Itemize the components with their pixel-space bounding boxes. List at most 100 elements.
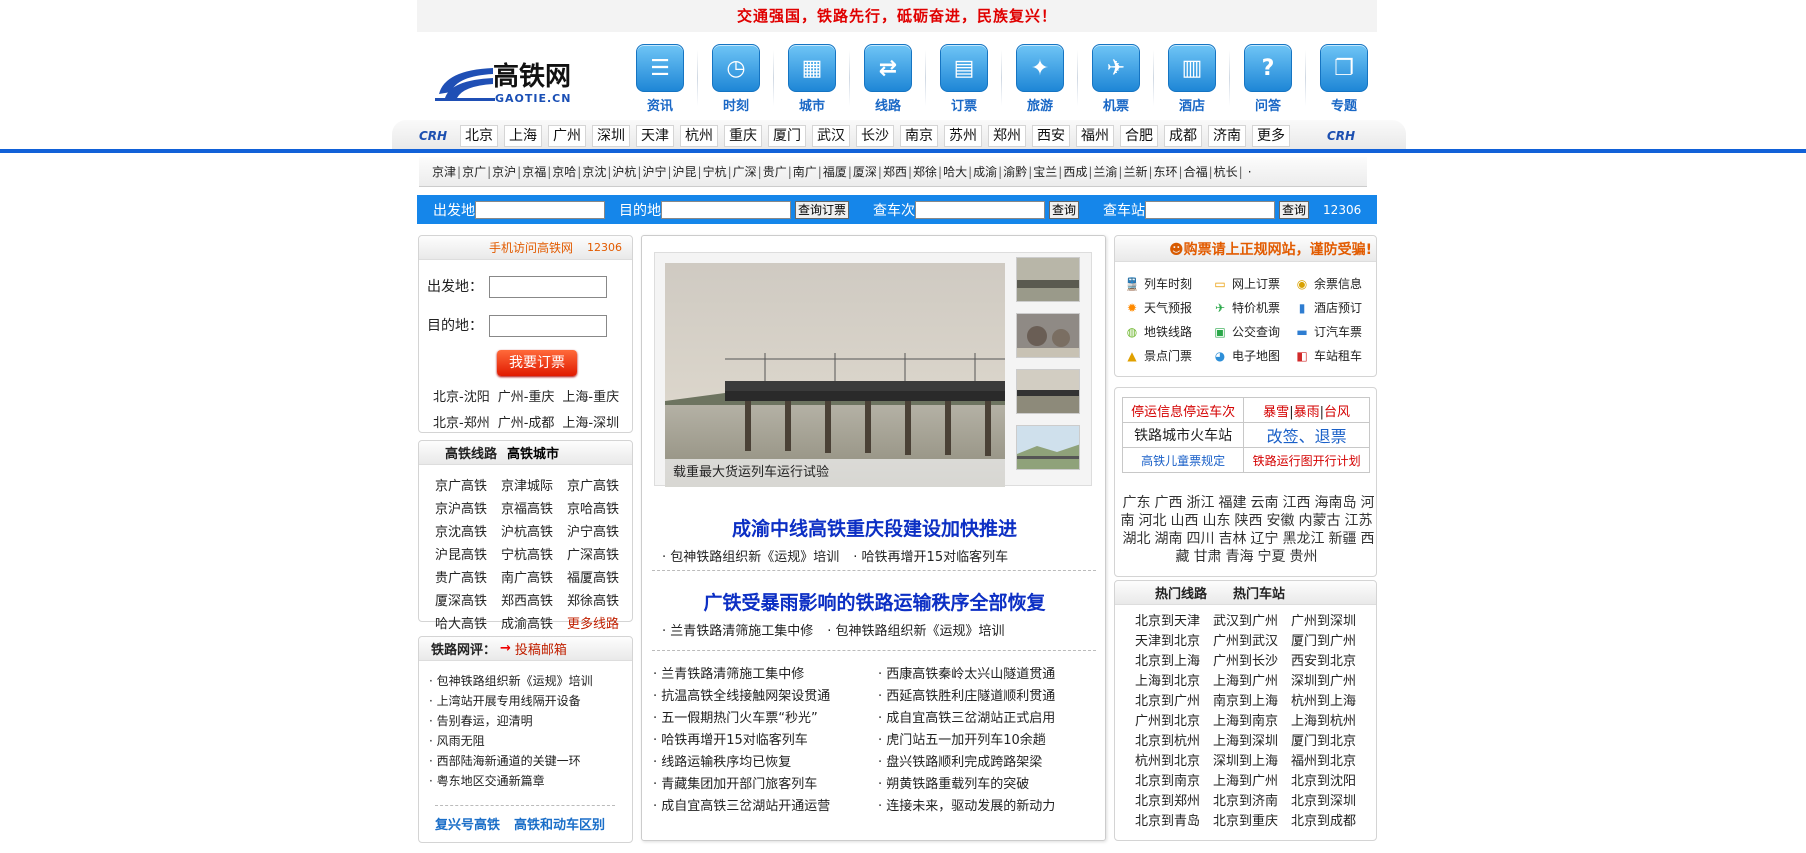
hsr-line-link[interactable]: 京津城际 <box>501 475 561 494</box>
province-link[interactable]: 新疆 <box>1329 531 1357 547</box>
news-item[interactable]: 青藏集团加开部门旅客列车 <box>653 774 830 796</box>
hot-route-link[interactable]: 深圳到上海 <box>1213 753 1291 771</box>
city-link[interactable]: 苏州 <box>944 124 982 147</box>
province-link[interactable]: 甘肃 <box>1194 549 1222 565</box>
province-link[interactable]: 青海 <box>1226 549 1254 565</box>
city-link[interactable]: 厦门 <box>768 124 806 147</box>
hsr-line-link[interactable]: 京哈高铁 <box>567 498 627 517</box>
quick-route-link[interactable]: 北京-郑州 <box>433 412 490 431</box>
city-link[interactable]: 上海 <box>504 124 542 147</box>
from-input[interactable] <box>475 200 605 219</box>
hot-route-link[interactable]: 广州到长沙 <box>1213 653 1291 671</box>
suspension-info-link[interactable]: 停运信息停运车次 <box>1121 397 1245 423</box>
city-link[interactable]: 合肥 <box>1120 124 1158 147</box>
route-link[interactable]: 贵广 <box>762 163 788 180</box>
hot-route-link[interactable]: 上海到杭州 <box>1291 713 1369 731</box>
review-item[interactable]: 西部陆海新通道的关键一环 <box>429 751 593 771</box>
route-link[interactable]: 宁杭 <box>702 163 728 180</box>
service-link[interactable]: ▣ 公交查询 <box>1211 322 1293 341</box>
sub-link[interactable]: 哈铁再增开15对临客列车 <box>853 546 1009 565</box>
hot-route-link[interactable]: 深圳到广州 <box>1291 673 1369 691</box>
province-link[interactable]: 河北 <box>1139 513 1167 529</box>
city-link[interactable]: 杭州 <box>680 124 718 147</box>
hsr-line-link[interactable]: 京福高铁 <box>501 498 561 517</box>
province-link[interactable]: 贵州 <box>1290 549 1318 565</box>
sub-link[interactable]: 包神铁路组织新《运规》培训 <box>827 620 1005 639</box>
news-item[interactable]: 盘兴铁路顺利完成跨路架梁 <box>878 752 1055 774</box>
order-from-input[interactable] <box>489 276 607 298</box>
route-link[interactable]: 兰新 <box>1122 163 1148 180</box>
city-link[interactable]: 广州 <box>548 124 586 147</box>
service-link[interactable]: ▲ 景点门票 <box>1123 346 1211 365</box>
nav-topics[interactable]: ❐ 专题 <box>1306 44 1382 116</box>
province-link[interactable]: 江苏 <box>1345 513 1373 529</box>
province-link[interactable]: 辽宁 <box>1251 531 1279 547</box>
route-link[interactable]: 杭长 <box>1213 163 1239 180</box>
nav-flights[interactable]: ✈ 机票 <box>1078 44 1154 116</box>
service-link[interactable]: ◧ 车站租车 <box>1293 346 1375 365</box>
route-link[interactable]: 京津 <box>431 163 457 180</box>
news-item[interactable]: 西延高铁胜利庄隧道顺利贯通 <box>878 686 1055 708</box>
province-link[interactable]: 山西 <box>1171 513 1199 529</box>
route-link[interactable]: 郑西 <box>882 163 908 180</box>
nav-schedule[interactable]: ◷ 时刻 <box>698 44 774 116</box>
province-link[interactable]: 江西 <box>1283 495 1311 511</box>
service-link[interactable]: ▭ 网上订票 <box>1211 274 1293 293</box>
hot-route-link[interactable]: 杭州到上海 <box>1291 693 1369 711</box>
hot-route-link[interactable]: 厦门到广州 <box>1291 633 1369 651</box>
service-link[interactable]: ◕ 电子地图 <box>1211 346 1293 365</box>
news-item[interactable]: 虎门站五一加开列车10余趟 <box>878 730 1055 752</box>
hsr-line-link[interactable]: 沪杭高铁 <box>501 521 561 540</box>
hsr-line-link[interactable]: 贵广高铁 <box>435 567 495 586</box>
city-stations-link[interactable]: 铁路城市火车站 <box>1121 422 1245 448</box>
tab-hsr-lines[interactable]: 高铁线路 <box>445 443 497 462</box>
route-link[interactable]: 京沈 <box>581 163 607 180</box>
nav-lines[interactable]: ⇄ 线路 <box>850 44 926 116</box>
city-link[interactable]: 武汉 <box>812 124 850 147</box>
province-link[interactable]: 陕西 <box>1235 513 1263 529</box>
hsr-line-link[interactable]: 福厦高铁 <box>567 567 627 586</box>
hsr-line-link[interactable]: 宁杭高铁 <box>501 544 561 563</box>
province-link[interactable]: 广西 <box>1155 495 1183 511</box>
tab-hot-stations[interactable]: 热门车站 <box>1233 583 1285 602</box>
hsr-line-link[interactable]: 沪宁高铁 <box>567 521 627 540</box>
hot-route-link[interactable]: 北京到杭州 <box>1135 733 1213 751</box>
hot-route-link[interactable]: 北京到上海 <box>1135 653 1213 671</box>
city-link[interactable]: 长沙 <box>856 124 894 147</box>
tab-hot-routes[interactable]: 热门线路 <box>1155 583 1207 602</box>
province-link[interactable]: 广东 <box>1123 495 1151 511</box>
nav-booking[interactable]: ▤ 订票 <box>926 44 1002 116</box>
hot-route-link[interactable]: 上海到广州 <box>1213 773 1291 791</box>
province-link[interactable]: 黑龙江 <box>1283 531 1325 547</box>
hsr-line-link[interactable]: 广深高铁 <box>567 544 627 563</box>
train-input[interactable] <box>915 200 1046 219</box>
news-item[interactable]: 成自宜高铁三岔湖站开通运营 <box>653 796 830 818</box>
station-input[interactable] <box>1145 200 1276 219</box>
city-link[interactable]: 济南 <box>1208 124 1246 147</box>
quick-route-link[interactable]: 上海-深圳 <box>562 412 619 431</box>
order-to-input[interactable] <box>489 315 607 337</box>
news-item[interactable]: 连接未来，驱动发展的新动力 <box>878 796 1055 818</box>
tab-hsr-cities[interactable]: 高铁城市 <box>507 443 559 462</box>
hsr-line-link[interactable]: 郑西高铁 <box>501 590 561 609</box>
thumb-1[interactable] <box>1016 257 1080 302</box>
thumb-3[interactable] <box>1016 369 1080 414</box>
news-item[interactable]: 五一假期热门火车票“秒光” <box>653 708 830 730</box>
hot-route-link[interactable]: 北京到青岛 <box>1135 813 1213 831</box>
hot-route-link[interactable]: 福州到北京 <box>1291 753 1369 771</box>
city-link[interactable]: 郑州 <box>988 124 1026 147</box>
hot-route-link[interactable]: 西安到北京 <box>1291 653 1369 671</box>
order-button[interactable]: 我要订票 <box>497 350 577 376</box>
hot-route-link[interactable]: 北京到济南 <box>1213 793 1291 811</box>
mobile-visit-link[interactable]: 手机访问高铁网 <box>489 239 573 256</box>
hot-route-link[interactable]: 北京到深圳 <box>1291 793 1369 811</box>
city-link[interactable]: 成都 <box>1164 124 1202 147</box>
route-link[interactable]: 西成 <box>1062 163 1088 180</box>
nav-qa[interactable]: ? 问答 <box>1230 44 1306 116</box>
service-link[interactable]: ✹ 天气预报 <box>1123 298 1211 317</box>
route-link[interactable]: 南广 <box>792 163 818 180</box>
hsr-line-link[interactable]: 沪昆高铁 <box>435 544 495 563</box>
station-query-button[interactable]: 查询 <box>1279 200 1310 219</box>
refund-link[interactable]: 改签、退票 <box>1243 422 1370 448</box>
service-link[interactable]: ◉ 余票信息 <box>1293 274 1375 293</box>
